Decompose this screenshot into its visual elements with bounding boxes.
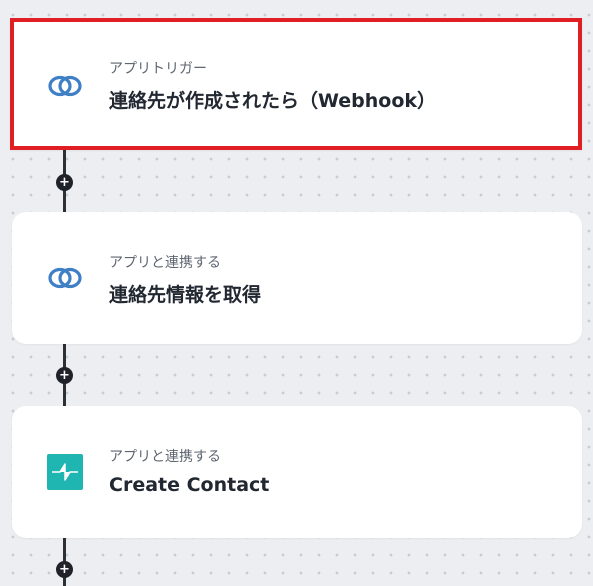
- add-step-button[interactable]: +: [56, 174, 73, 191]
- step-title: Create Contact: [109, 474, 270, 496]
- step-type-label: アプリと連携する: [109, 255, 221, 271]
- step-type-label: アプリトリガー: [109, 61, 207, 77]
- flow-step-card-create-contact[interactable]: アプリと連携する Create Contact: [12, 406, 582, 538]
- step-title: 連絡先情報を取得: [109, 284, 262, 306]
- step-title: 連絡先が作成されたら（Webhook）: [109, 90, 437, 112]
- flow-step-card-trigger[interactable]: アプリトリガー 連絡先が作成されたら（Webhook）: [10, 18, 582, 150]
- link-rings-icon: [46, 67, 84, 105]
- add-step-button[interactable]: +: [56, 561, 73, 578]
- teal-app-icon: [47, 454, 85, 492]
- flow-step-card-get-contact[interactable]: アプリと連携する 連絡先情報を取得: [12, 212, 582, 344]
- add-step-button[interactable]: +: [56, 367, 73, 384]
- step-type-label: アプリと連携する: [109, 449, 221, 465]
- link-rings-icon: [46, 259, 84, 297]
